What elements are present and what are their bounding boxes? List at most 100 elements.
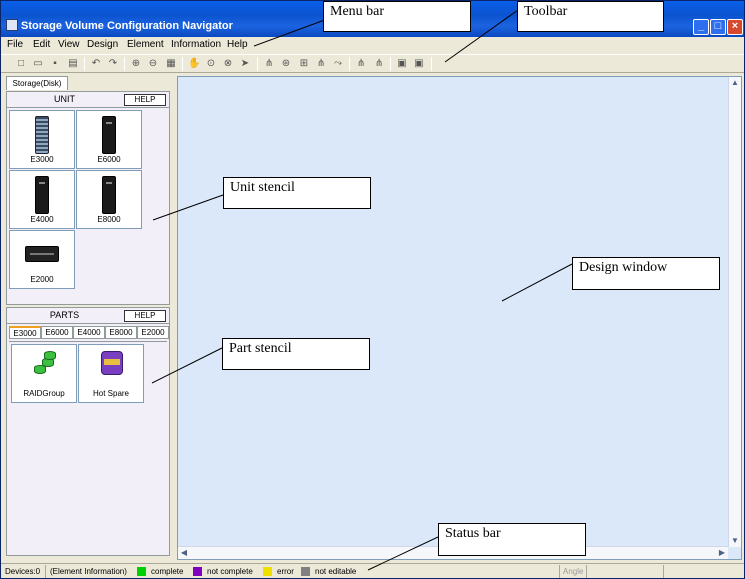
error-swatch xyxy=(263,567,272,576)
unit-e8000[interactable]: E8000 xyxy=(76,170,142,229)
layout-circle-icon[interactable]: ⊛ xyxy=(280,58,292,70)
unit-help-button[interactable]: HELP xyxy=(124,94,166,106)
status-bar: Devices:0 (Element Information) complete… xyxy=(1,563,744,578)
design-window[interactable]: ▲ ▼ ◀ ▶ xyxy=(177,76,742,560)
layout-box-icon[interactable]: ⊞ xyxy=(298,58,310,70)
rack-unit-icon xyxy=(25,246,59,262)
tab-e4000[interactable]: E4000 xyxy=(73,326,105,339)
fit-icon[interactable]: ▦ xyxy=(165,58,177,70)
storage-unit-icon xyxy=(102,176,116,214)
export-icon[interactable]: ▣ xyxy=(413,58,425,70)
part-raidgroup[interactable]: RAIDGroup xyxy=(11,344,77,403)
toolbar-separator xyxy=(349,57,350,71)
save-icon[interactable]: ▪ xyxy=(49,58,61,70)
import-icon[interactable]: ▣ xyxy=(396,58,408,70)
new-file-icon[interactable]: □ xyxy=(15,58,27,70)
part-label: Hot Spare xyxy=(92,389,130,398)
part-stencil-title: PARTS xyxy=(49,310,80,320)
unit-label: E3000 xyxy=(30,155,54,164)
status-separator xyxy=(45,565,46,578)
storage-unit-icon xyxy=(102,116,116,154)
callout-part-stencil: Part stencil xyxy=(222,338,370,370)
unit-e6000[interactable]: E6000 xyxy=(76,110,142,169)
scroll-left-icon[interactable]: ◀ xyxy=(178,547,190,559)
menu-help[interactable]: Help xyxy=(227,39,248,50)
layout-hierarchy-icon[interactable]: ⋔ xyxy=(315,58,327,70)
menu-design[interactable]: Design xyxy=(87,39,118,50)
window-title: Storage Volume Configuration Navigator xyxy=(21,20,233,32)
tab-e8000[interactable]: E8000 xyxy=(105,326,137,339)
toolbar-separator xyxy=(124,57,125,71)
tab-e6000[interactable]: E6000 xyxy=(41,326,73,339)
undo-icon[interactable]: ↶ xyxy=(90,58,102,70)
legend-label: not complete xyxy=(207,567,253,576)
layout-tree-icon[interactable]: ⋔ xyxy=(263,58,275,70)
parts-help-button[interactable]: HELP xyxy=(124,310,166,322)
part-list: RAIDGroup Hot Spare xyxy=(9,341,167,555)
status-separator xyxy=(559,565,560,578)
tab-e2000[interactable]: E2000 xyxy=(137,326,169,339)
complete-swatch xyxy=(137,567,146,576)
unit-stencil-title: UNIT xyxy=(54,94,75,104)
unit-label: E2000 xyxy=(30,275,54,284)
parts-divider xyxy=(7,323,169,324)
element-information: (Element Information) xyxy=(50,567,127,576)
open-folder-icon[interactable]: ▭ xyxy=(32,58,44,70)
angle-readout: Angle xyxy=(563,567,584,576)
part-label: RAIDGroup xyxy=(23,389,65,398)
part-hot-spare[interactable]: Hot Spare xyxy=(78,344,144,403)
menu-file[interactable]: File xyxy=(7,39,23,50)
toolbar-separator xyxy=(182,57,183,71)
menu-view[interactable]: View xyxy=(58,39,80,50)
storage-unit-icon xyxy=(35,176,49,214)
minimize-button[interactable]: _ xyxy=(693,19,709,35)
legend-label: not editable xyxy=(315,567,357,576)
hand-icon[interactable]: ✋ xyxy=(188,58,200,70)
zoom-in-icon[interactable]: ⊕ xyxy=(130,58,142,70)
part-stencil: PARTS HELP E3000 E6000 E4000 E8000 E2000… xyxy=(6,307,170,556)
close-button[interactable]: × xyxy=(727,19,743,35)
device-count: Devices:0 xyxy=(5,567,41,576)
unit-e2000[interactable]: E2000 xyxy=(9,230,75,289)
toolbar-separator xyxy=(257,57,258,71)
menu-information[interactable]: Information xyxy=(171,39,221,50)
raid-group-icon xyxy=(34,351,56,377)
unit-label: E4000 xyxy=(30,215,54,224)
part-tabs: E3000 E6000 E4000 E8000 E2000 xyxy=(9,326,169,339)
unit-label: E8000 xyxy=(97,215,121,224)
part-stencil-header: PARTS HELP xyxy=(7,308,169,322)
menu-edit[interactable]: Edit xyxy=(33,39,50,50)
legend-label: error xyxy=(277,567,294,576)
scroll-up-icon[interactable]: ▲ xyxy=(729,77,741,89)
unit-stencil: UNIT HELP E3000 E6000 E4000 E8000 E2000 xyxy=(6,91,170,305)
stencil-pane: Storage(Disk) UNIT HELP E3000 E6000 E400… xyxy=(4,76,171,559)
layout-flow-icon[interactable]: ⤳ xyxy=(332,58,344,70)
scroll-down-icon[interactable]: ▼ xyxy=(729,535,741,547)
menu-element[interactable]: Element xyxy=(127,39,164,50)
unit-e4000[interactable]: E4000 xyxy=(9,170,75,229)
unit-e3000[interactable]: E3000 xyxy=(9,110,75,169)
unit-label: E6000 xyxy=(97,155,121,164)
legend-label: complete xyxy=(151,567,184,576)
toolbar: □ ▭ ▪ ▤ ↶ ↷ ⊕ ⊖ ▦ ✋ ⊙ ⊗ ➤ ⋔ ⊛ ⊞ ⋔ ⤳ ⋔ ⋔ … xyxy=(1,54,744,73)
maximize-button[interactable]: □ xyxy=(710,19,726,35)
zoom-out-icon[interactable]: ⊖ xyxy=(147,58,159,70)
not-editable-swatch xyxy=(301,567,310,576)
callout-unit-stencil: Unit stencil xyxy=(223,177,371,209)
redo-icon[interactable]: ↷ xyxy=(107,58,119,70)
scroll-right-icon[interactable]: ▶ xyxy=(716,547,728,559)
pointer-icon[interactable]: ➤ xyxy=(239,58,251,70)
collapse-icon[interactable]: ⋔ xyxy=(373,58,385,70)
expand-icon[interactable]: ⋔ xyxy=(355,58,367,70)
not-complete-swatch xyxy=(193,567,202,576)
zoom-area-icon[interactable]: ⊙ xyxy=(205,58,217,70)
vertical-scrollbar[interactable]: ▲ ▼ xyxy=(728,77,741,547)
tab-e3000[interactable]: E3000 xyxy=(9,326,41,339)
callout-status-bar: Status bar xyxy=(438,523,586,556)
hot-spare-icon xyxy=(101,351,123,375)
print-icon[interactable]: ▤ xyxy=(67,58,79,70)
status-separator xyxy=(586,565,587,578)
tab-storage-disk[interactable]: Storage(Disk) xyxy=(6,76,68,90)
callout-toolbar: Toolbar xyxy=(517,1,664,32)
zoom-select-icon[interactable]: ⊗ xyxy=(222,58,234,70)
